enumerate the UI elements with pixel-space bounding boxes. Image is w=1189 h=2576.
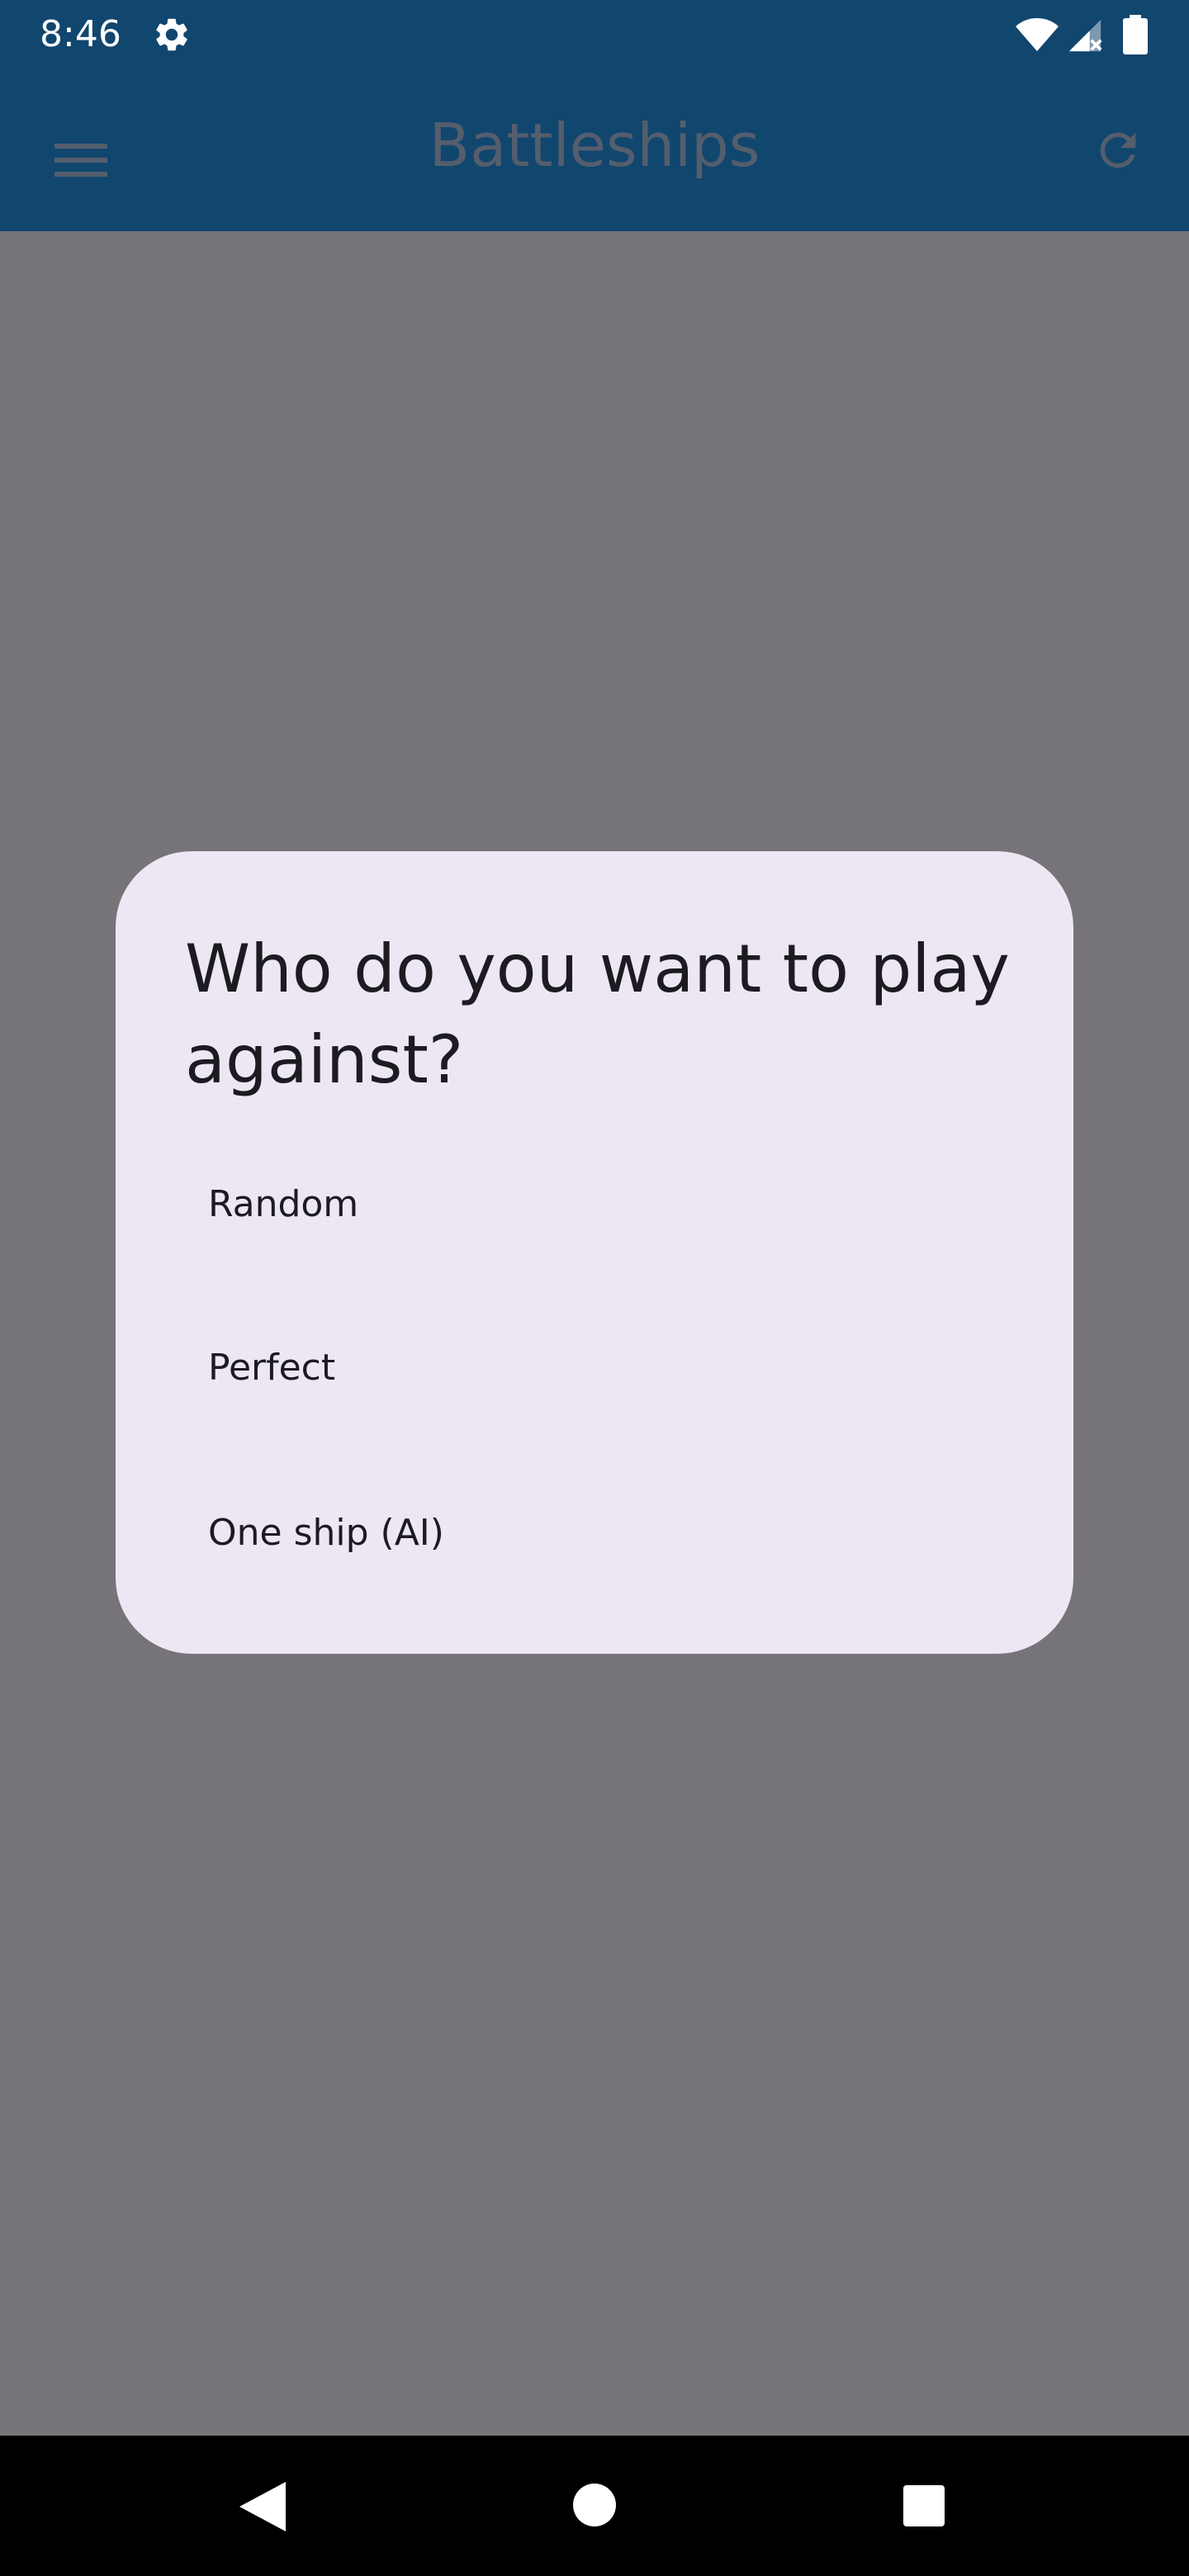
option-random[interactable]: Random: [116, 1124, 1073, 1286]
option-label: Perfect: [208, 1347, 336, 1389]
wifi-icon: [1016, 18, 1059, 51]
refresh-icon: [1100, 132, 1136, 168]
option-perfect[interactable]: Perfect: [116, 1287, 1073, 1449]
gear-icon: [156, 18, 187, 51]
option-label: Random: [208, 1183, 359, 1225]
refresh-button[interactable]: [1078, 111, 1158, 190]
battery-icon: [1123, 15, 1148, 54]
option-one-ship-ai[interactable]: One ship (AI): [116, 1452, 1073, 1614]
app-title: Battleships: [429, 111, 760, 180]
back-icon[interactable]: [239, 2482, 286, 2531]
status-time: 8:46: [40, 13, 121, 55]
cell-signal-icon: [1068, 19, 1102, 52]
recents-icon[interactable]: [903, 2485, 945, 2526]
app-bar: Battleships: [0, 69, 1189, 231]
navigation-bar: [0, 2436, 1189, 2576]
option-label: One ship (AI): [208, 1512, 444, 1554]
home-icon[interactable]: [573, 2484, 616, 2526]
status-bar: 8:46: [0, 0, 1189, 69]
dialog-title: Who do you want to play against?: [185, 930, 1010, 1098]
opponent-dialog: Who do you want to play against? Random …: [116, 851, 1073, 1654]
